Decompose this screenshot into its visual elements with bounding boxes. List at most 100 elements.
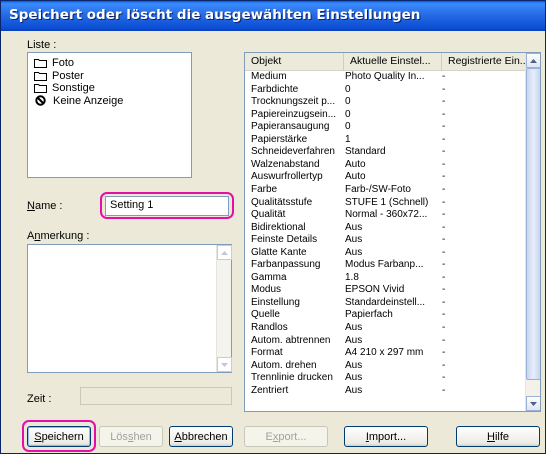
cell-aktuelle: Auto — [345, 158, 366, 170]
cell-aktuelle: Photo Quality In... — [345, 71, 425, 82]
cell-objekt: Farbdichte — [251, 83, 299, 95]
cell-aktuelle: 0 — [345, 121, 351, 133]
cell-objekt: Schneideverfahren — [251, 146, 335, 158]
cell-objekt: Qualität — [251, 209, 286, 221]
delete-button[interactable]: Lös s hen — [99, 426, 163, 447]
cell-registrierte: - — [442, 334, 446, 346]
cell-aktuelle: Auto — [345, 171, 366, 183]
cell-aktuelle: Papierfach — [345, 309, 393, 321]
cell-registrierte: - — [442, 158, 446, 170]
cell-registrierte: - — [442, 96, 446, 108]
cell-registrierte: - — [442, 359, 446, 371]
help-button[interactable]: Hilfe — [456, 426, 540, 447]
column-aktuelle[interactable]: Aktuelle Einstel... — [344, 53, 442, 70]
scroll-up-icon[interactable] — [526, 53, 540, 68]
list-item-label: Sonstige — [52, 82, 95, 94]
cell-objekt: Papiereinzugsein... — [251, 108, 337, 120]
anmerkung-scrollbar[interactable] — [216, 245, 232, 372]
cell-registrierte: - — [442, 347, 446, 359]
save-button[interactable]: Speichern — [27, 426, 91, 447]
cell-objekt: Glatte Kante — [251, 246, 307, 258]
column-registrierte[interactable]: Registrierte Ein... — [442, 53, 538, 70]
cell-aktuelle: Modus Farbanp... — [345, 259, 424, 271]
preset-list[interactable]: Foto Poster Sonstige Keine Anzeige — [27, 52, 192, 178]
cell-aktuelle: Aus — [345, 372, 363, 384]
cell-registrierte: - — [442, 146, 446, 158]
scroll-up-icon[interactable] — [217, 245, 232, 260]
list-item[interactable]: Poster — [34, 70, 84, 82]
cell-objekt: Trocknungszeit p... — [251, 96, 336, 108]
cell-registrierte: - — [442, 133, 446, 145]
list-item-label: Keine Anzeige — [53, 94, 124, 107]
cell-aktuelle: Aus — [345, 384, 363, 396]
cell-registrierte: - — [442, 234, 446, 246]
cell-aktuelle: A4 210 x 297 mm — [345, 347, 424, 359]
anmerkung-label: Anmerkung : — [27, 230, 90, 242]
scroll-thumb[interactable] — [526, 68, 540, 380]
cell-registrierte: - — [442, 372, 446, 384]
table-header: Objekt Aktuelle Einstel... Registrierte … — [245, 53, 538, 71]
cancel-button[interactable]: Abbrechen — [169, 426, 233, 447]
cell-aktuelle: EPSON Vivid — [345, 284, 405, 296]
cell-aktuelle: Farb-/SW-Foto — [345, 183, 411, 195]
cell-objekt: Medium — [251, 71, 287, 82]
cell-objekt: Gamma — [251, 271, 287, 283]
list-item[interactable]: Keine Anzeige — [34, 95, 123, 107]
cell-registrierte: - — [442, 221, 446, 233]
cell-objekt: Farbanpassung — [251, 259, 321, 271]
cell-registrierte: - — [442, 183, 446, 195]
cell-objekt: Trennlinie drucken — [251, 372, 333, 384]
cell-aktuelle: Normal - 360x72... — [345, 209, 428, 221]
scroll-down-icon[interactable] — [217, 357, 232, 372]
cell-objekt: Randlos — [251, 322, 288, 333]
cell-registrierte: - — [442, 83, 446, 95]
cell-registrierte: - — [442, 246, 446, 258]
zeit-field — [80, 387, 232, 405]
cell-registrierte: - — [442, 71, 446, 82]
dialog-window: Speichert oder löscht die ausgewählten E… — [0, 0, 546, 454]
cell-objekt: Autom. abtrennen — [251, 334, 331, 346]
settings-table[interactable]: Objekt Aktuelle Einstel... Registrierte … — [244, 52, 541, 412]
list-item[interactable]: Sonstige — [34, 82, 95, 94]
window-title: Speichert oder löscht die ausgewählten E… — [9, 7, 421, 23]
scroll-down-icon[interactable] — [526, 396, 540, 411]
cell-aktuelle: Standard — [345, 146, 386, 158]
cell-registrierte: - — [442, 384, 446, 396]
folder-icon — [34, 59, 47, 68]
cell-aktuelle: Aus — [345, 221, 363, 233]
cell-objekt: Auswurfrollertyp — [251, 171, 323, 183]
import-button[interactable]: Import... — [344, 426, 428, 447]
cell-objekt: Farbe — [251, 183, 278, 195]
column-objekt[interactable]: Objekt — [245, 53, 344, 70]
list-item-label: Foto — [52, 57, 75, 69]
cell-registrierte: - — [442, 196, 446, 208]
cell-registrierte: - — [442, 322, 446, 333]
cell-registrierte: - — [442, 171, 446, 183]
cell-registrierte: - — [442, 121, 446, 133]
name-input[interactable]: Setting 1 — [105, 196, 229, 216]
cell-objekt: Papieransaugung — [251, 121, 330, 133]
cell-registrierte: - — [442, 209, 446, 221]
zeit-label: Zeit : — [27, 393, 52, 405]
cell-aktuelle: 0 — [345, 96, 351, 108]
cell-registrierte: - — [442, 259, 446, 271]
title-bar[interactable]: Speichert oder löscht die ausgewählten E… — [1, 1, 545, 31]
cell-objekt: Qualitätsstufe — [251, 196, 313, 208]
cell-aktuelle: 0 — [345, 108, 351, 120]
list-item[interactable]: Foto — [34, 57, 74, 69]
folder-icon — [34, 84, 47, 93]
cell-aktuelle: Aus — [345, 359, 363, 371]
cell-objekt: Bidirektional — [251, 221, 306, 233]
cell-registrierte: - — [442, 108, 446, 120]
cell-aktuelle: Aus — [345, 334, 363, 346]
cell-aktuelle: STUFE 1 (Schnell) — [345, 196, 429, 208]
cell-aktuelle: 1.8 — [345, 271, 359, 283]
anmerkung-textarea[interactable] — [27, 244, 232, 373]
cell-objekt: Feinste Details — [251, 234, 318, 246]
cell-aktuelle: 1 — [345, 133, 351, 145]
folder-icon — [34, 71, 47, 81]
cell-aktuelle: Aus — [345, 234, 363, 246]
table-scrollbar[interactable] — [525, 53, 540, 411]
export-button[interactable]: Ex port... — [244, 426, 328, 447]
list-item-label: Poster — [52, 69, 84, 82]
